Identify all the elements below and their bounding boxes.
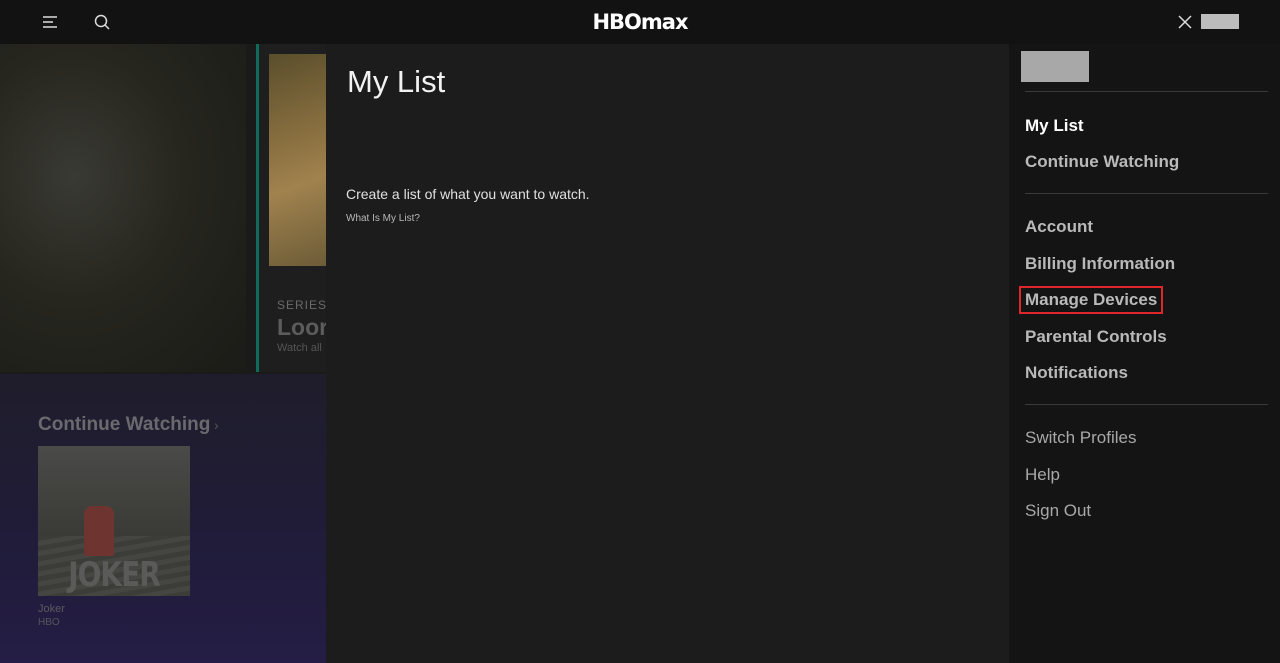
profile-side-menu: My List Continue Watching Account Billin…: [1009, 44, 1280, 663]
menu-item-my-list[interactable]: My List: [1025, 116, 1084, 136]
menu-item-help[interactable]: Help: [1025, 465, 1060, 485]
background-content: SERIES Loor Watch all Continue Watching …: [0, 44, 326, 663]
hero-card-artwork: [269, 54, 326, 266]
joker-poster[interactable]: JOKER: [38, 446, 190, 596]
menu-item-continue-watching[interactable]: Continue Watching: [1025, 152, 1179, 172]
menu-item-account[interactable]: Account: [1025, 217, 1093, 237]
menu-item-notifications[interactable]: Notifications: [1025, 363, 1128, 383]
my-list-panel: My List Create a list of what you want t…: [326, 44, 1009, 663]
hero-image: [0, 44, 246, 372]
menu-item-manage-devices[interactable]: Manage Devices: [1018, 286, 1164, 314]
poster-network: HBO: [38, 617, 60, 628]
menu-item-switch-profiles[interactable]: Switch Profiles: [1025, 428, 1136, 448]
continue-watching-section: Continue Watching › JOKER Joker HBO: [0, 374, 326, 663]
hero-series-card[interactable]: SERIES Loor Watch all: [256, 44, 326, 372]
divider: [1025, 193, 1268, 194]
poster-title: Joker: [38, 603, 65, 615]
close-icon[interactable]: [1176, 13, 1194, 31]
profile-avatar-large[interactable]: [1021, 51, 1089, 82]
chevron-right-icon[interactable]: ›: [214, 417, 219, 433]
what-is-my-list-link[interactable]: What Is My List?: [346, 213, 420, 224]
hbo-max-logo[interactable]: HBOmax: [590, 8, 690, 36]
menu-item-billing-information[interactable]: Billing Information: [1025, 254, 1175, 274]
top-navigation-bar: HBOmax: [0, 0, 1280, 44]
profile-avatar[interactable]: [1201, 14, 1239, 29]
continue-watching-heading[interactable]: Continue Watching: [38, 414, 210, 436]
hero-card-label: SERIES: [277, 298, 326, 312]
divider: [1025, 404, 1268, 405]
empty-state-message: Create a list of what you want to watch.: [346, 186, 590, 202]
poster-figure: [84, 506, 114, 556]
hero-card-title: Loor: [277, 314, 326, 340]
search-icon[interactable]: [92, 12, 112, 32]
menu-item-parental-controls[interactable]: Parental Controls: [1025, 327, 1167, 347]
divider: [1025, 91, 1268, 92]
hero-card-subtitle: Watch all: [277, 342, 322, 354]
page-title: My List: [347, 64, 446, 99]
menu-item-sign-out[interactable]: Sign Out: [1025, 501, 1091, 521]
hamburger-menu-icon[interactable]: [40, 13, 60, 31]
poster-title-art: JOKER: [68, 554, 161, 595]
